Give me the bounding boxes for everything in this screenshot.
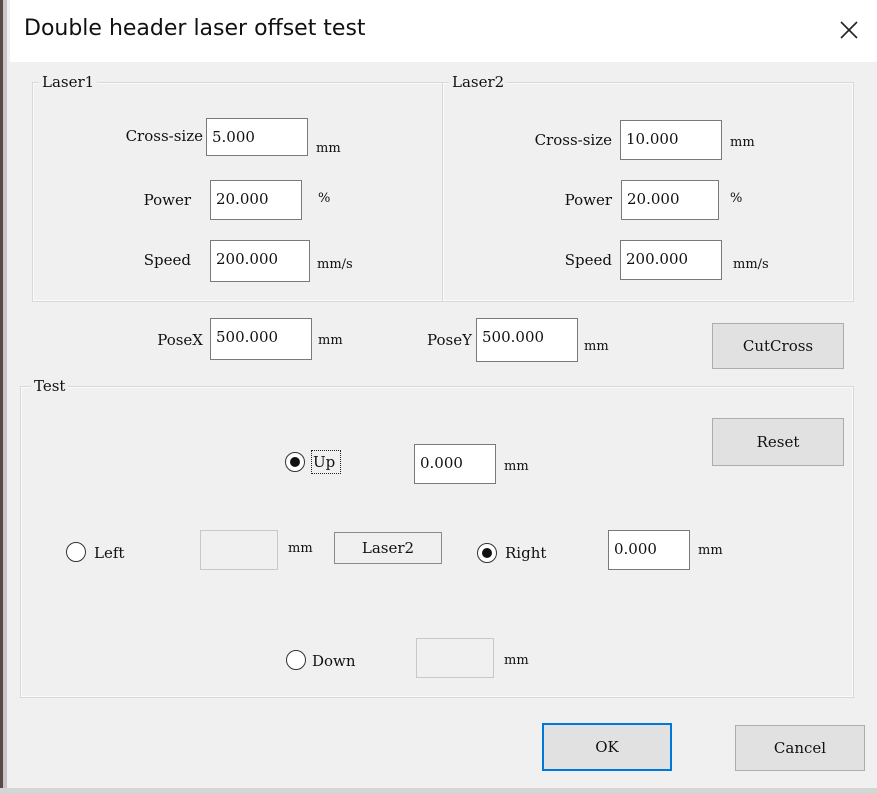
reset-button-label: Reset [756,433,800,451]
laser1-cross-size-label: Cross-size [125,127,203,145]
up-radio-selected-dot [290,457,300,467]
laser-indicator: Laser2 [334,532,442,564]
laser2-legend: Laser2 [449,71,508,93]
laser2-speed-unit: mm/s [733,257,769,272]
up-radio-label[interactable]: Up [311,450,341,474]
laser2-cross-size-label: Cross-size [534,131,612,149]
right-offset-input[interactable]: 0.000 [608,530,690,570]
down-radio-label: Down [312,652,356,670]
laser1-legend: Laser1 [39,71,98,93]
laser1-power-input[interactable]: 20.000 [210,180,302,220]
laser1-power-unit: % [318,191,331,206]
window-bottom-edge [0,788,877,794]
ok-button[interactable]: OK [542,723,672,771]
laser1-power-label: Power [143,191,191,209]
window-title: Double header laser offset test [24,16,366,41]
pose-y-label: PoseY [427,331,472,349]
pose-x-unit: mm [318,333,343,348]
right-radio[interactable] [477,543,497,563]
close-icon [840,21,858,39]
pose-x-input[interactable]: 500.000 [210,318,312,360]
left-offset-input[interactable] [200,530,278,570]
down-offset-input[interactable] [416,638,494,678]
test-legend: Test [31,375,69,397]
laser1-speed-unit: mm/s [317,257,353,272]
right-offset-unit: mm [698,543,723,558]
right-radio-label: Right [505,544,547,562]
title-bar: Double header laser offset test [10,0,877,62]
up-offset-input[interactable]: 0.000 [414,444,496,484]
laser2-speed-label: Speed [564,251,612,269]
cut-cross-button-label: CutCross [742,337,814,355]
left-radio[interactable] [66,542,86,562]
cancel-button[interactable]: Cancel [735,725,865,771]
laser2-power-input[interactable]: 20.000 [621,180,719,220]
pose-x-label: PoseX [157,331,203,349]
laser2-power-unit: % [730,191,743,206]
left-radio-label: Left [94,544,125,562]
up-offset-unit: mm [504,459,529,474]
ok-button-label: OK [595,738,619,756]
cancel-button-label: Cancel [773,739,827,757]
close-button[interactable] [829,10,869,50]
window-left-edge [0,0,10,794]
pose-y-input[interactable]: 500.000 [476,318,578,362]
laser1-cross-size-input[interactable]: 5.000 [206,118,308,156]
reset-button[interactable]: Reset [712,418,844,466]
left-offset-unit: mm [288,541,313,556]
down-offset-unit: mm [504,653,529,668]
down-radio[interactable] [286,650,306,670]
laser2-cross-size-input[interactable]: 10.000 [620,120,722,160]
laser1-speed-input[interactable]: 200.000 [210,240,310,282]
laser1-speed-label: Speed [143,251,191,269]
laser2-power-label: Power [564,191,612,209]
laser2-cross-size-unit: mm [730,135,755,150]
cut-cross-button[interactable]: CutCross [712,323,844,369]
up-radio[interactable] [285,452,305,472]
laser1-cross-size-unit: mm [316,141,341,156]
pose-y-unit: mm [584,339,609,354]
right-radio-selected-dot [482,548,492,558]
laser2-speed-input[interactable]: 200.000 [620,240,722,280]
